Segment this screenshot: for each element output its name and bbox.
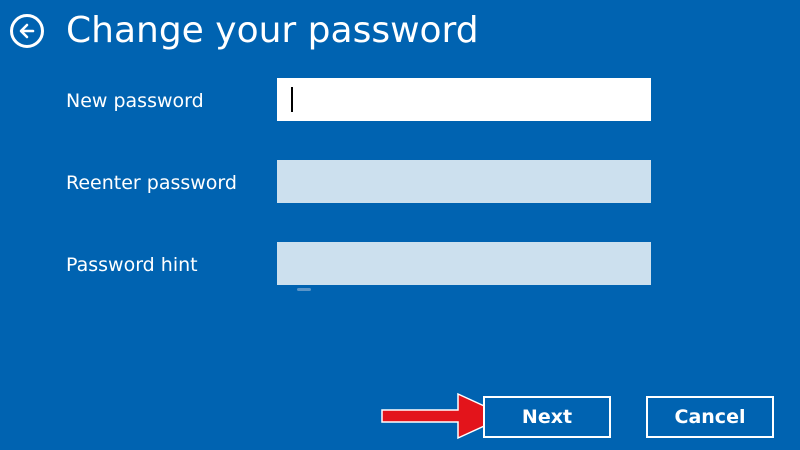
new-password-label: New password: [66, 90, 204, 112]
page-title: Change your password: [66, 10, 479, 51]
cancel-button[interactable]: Cancel: [646, 396, 774, 438]
text-caret: [291, 87, 293, 112]
back-button[interactable]: [10, 14, 44, 48]
reenter-password-label: Reenter password: [66, 172, 237, 194]
password-hint-label: Password hint: [66, 254, 198, 276]
next-button[interactable]: Next: [483, 396, 611, 438]
hint-field-indicator: [297, 288, 311, 291]
back-arrow-icon: [19, 23, 35, 39]
password-hint-field[interactable]: [277, 242, 651, 285]
reenter-password-field[interactable]: [277, 160, 651, 203]
new-password-field[interactable]: [277, 78, 651, 121]
